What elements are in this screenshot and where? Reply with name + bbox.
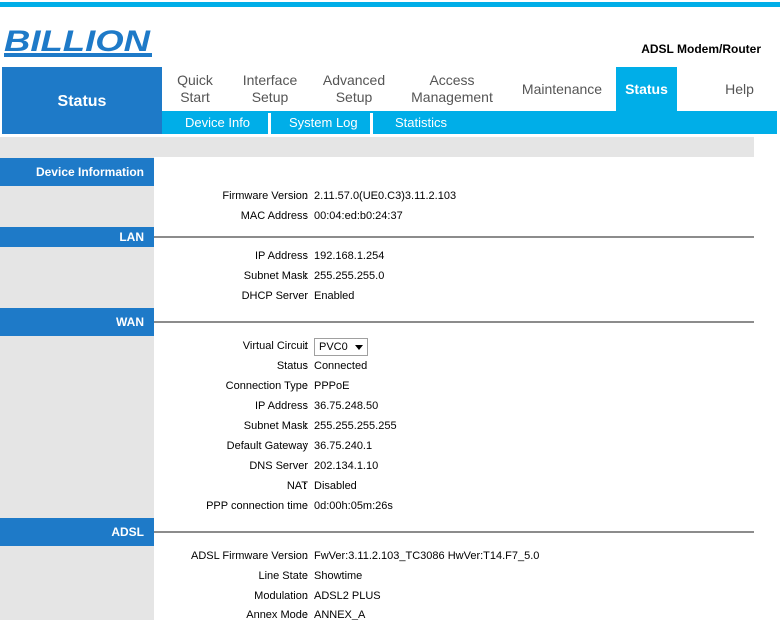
section-lan: LAN	[0, 227, 154, 247]
field-value: ADSL2 PLUS	[314, 590, 381, 602]
section-adsl: ADSL	[0, 518, 154, 546]
field-label: Firmware Version	[222, 190, 308, 202]
field-value: 192.168.1.254	[314, 250, 385, 262]
field-value: 36.75.240.1	[314, 440, 373, 452]
row-nat: NAT : Disabled	[286, 480, 357, 492]
field-label: Subnet Mask	[243, 420, 308, 432]
top-accent-stripe	[0, 2, 780, 7]
product-name: ADSL Modem/Router	[641, 42, 761, 56]
menu-status[interactable]: Status	[616, 67, 677, 111]
virtual-circuit-select[interactable]: PVC0	[314, 338, 368, 356]
field-label: Annex Mode	[246, 609, 308, 620]
field-label: Default Gateway	[226, 440, 308, 452]
field-value: PPPoE	[314, 380, 350, 392]
chevron-down-icon	[355, 345, 363, 350]
field-value: 202.134.1.10	[314, 460, 379, 472]
submenu-divider	[268, 113, 271, 134]
section-device-information: Device Information	[0, 158, 154, 186]
submenu-divider	[370, 113, 373, 134]
field-value: Enabled	[314, 290, 355, 302]
field-value: 2.11.57.0(UE0.C3)3.11.2.103	[314, 190, 457, 202]
row-firmware-version: Firmware Version : 2.11.57.0(UE0.C3)3.11…	[222, 190, 457, 202]
field-value: Showtime	[314, 570, 363, 582]
section-divider	[154, 321, 754, 323]
svg-text:BILLION: BILLION	[4, 25, 152, 57]
row-wan-ip-address: IP Address : 36.75.248.50	[255, 400, 379, 412]
current-section-title: Status	[2, 67, 162, 134]
field-label: MAC Address	[240, 210, 308, 222]
field-label: Subnet Mask	[243, 270, 308, 282]
field-value: 36.75.248.50	[314, 400, 379, 412]
section-wan: WAN	[0, 308, 154, 336]
menu-help[interactable]: Help	[702, 67, 777, 111]
section-divider	[154, 531, 754, 533]
field-value: 255.255.255.255	[314, 420, 397, 432]
main-menu: Quick Start Interface Setup Advanced Setup …	[162, 67, 777, 111]
row-mac-address: MAC Address : 00:04:ed:b0:24:37	[240, 210, 403, 222]
menu-advanced-setup[interactable]: Advanced Setup	[312, 67, 396, 111]
row-lan-ip-address: IP Address : 192.168.1.254	[255, 250, 385, 262]
row-connection-type: Connection Type : PPPoE	[225, 380, 350, 392]
field-value: ANNEX_A	[314, 609, 366, 620]
menu-maintenance[interactable]: Maintenance	[508, 67, 616, 111]
field-label: ADSL Firmware Version	[191, 550, 308, 562]
content-top-bar	[0, 137, 754, 157]
row-dns-server: DNS Server : 202.134.1.10	[249, 460, 379, 472]
field-label: DHCP Server	[241, 290, 308, 302]
billion-logo: BILLION	[4, 25, 152, 57]
submenu-system-log[interactable]: System Log	[289, 111, 358, 134]
field-value: 255.255.255.0	[314, 270, 385, 282]
field-value: Connected	[314, 360, 368, 372]
sub-menu: Device Info System Log Statistics	[162, 111, 777, 134]
field-value: 00:04:ed:b0:24:37	[314, 210, 403, 222]
row-adsl-firmware-version: ADSL Firmware Version : FwVer:3.11.2.103…	[191, 550, 540, 562]
field-label: Virtual Circuit	[242, 340, 308, 352]
row-lan-dhcp-server: DHCP Server : Enabled	[241, 290, 355, 302]
submenu-device-info[interactable]: Device Info	[185, 111, 250, 134]
row-lan-subnet-mask: Subnet Mask : 255.255.255.0	[243, 270, 385, 282]
field-value: 0d:00h:05m:26s	[314, 500, 393, 512]
field-label: Connection Type	[225, 380, 308, 392]
field-label: IP Address	[255, 250, 308, 262]
field-label: IP Address	[255, 400, 308, 412]
menu-quick-start[interactable]: Quick Start	[162, 67, 228, 111]
field-label: Modulation	[254, 590, 308, 602]
row-virtual-circuit: Virtual Circuit : PVC0	[154, 337, 754, 357]
submenu-statistics[interactable]: Statistics	[395, 111, 447, 134]
field-value: FwVer:3.11.2.103_TC3086 HwVer:T14.F7_5.0	[314, 550, 540, 562]
row-annex-mode: Annex Mode : ANNEX_A	[246, 609, 366, 620]
row-ppp-connection-time: PPP connection time : 0d:00h:05m:26s	[206, 500, 393, 512]
menu-access-management[interactable]: Access Management	[396, 67, 508, 111]
menu-interface-setup[interactable]: Interface Setup	[228, 67, 312, 111]
row-wan-subnet-mask: Subnet Mask : 255.255.255.255	[243, 420, 397, 432]
field-label: DNS Server	[249, 460, 308, 472]
field-label: Line State	[258, 570, 308, 582]
row-modulation: Modulation : ADSL2 PLUS	[254, 590, 381, 602]
row-default-gateway: Default Gateway : 36.75.240.1	[226, 440, 373, 452]
section-divider	[154, 236, 754, 238]
row-wan-status: Status : Connected	[276, 360, 368, 372]
row-line-state: Line State : Showtime	[258, 570, 363, 582]
field-value: Disabled	[314, 480, 357, 492]
field-label: PPP connection time	[206, 500, 308, 512]
